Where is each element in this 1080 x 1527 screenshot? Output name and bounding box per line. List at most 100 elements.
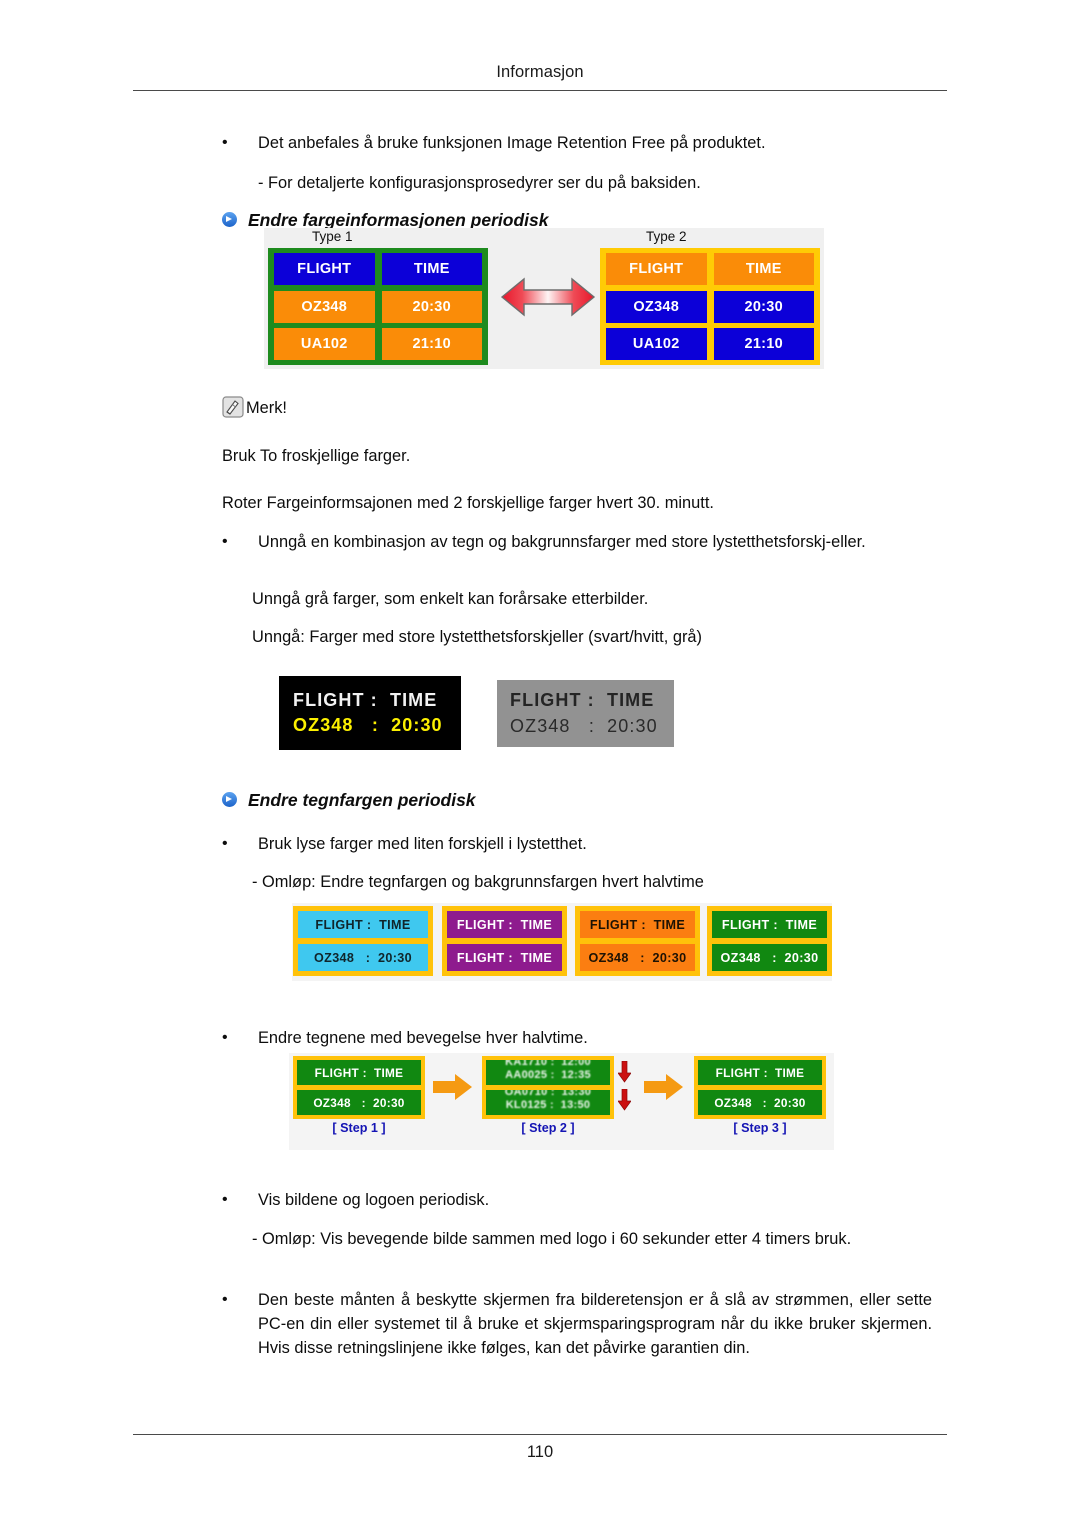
cell-flight-1: OZ348	[274, 290, 375, 323]
bullet-glyph: •	[222, 134, 228, 151]
arrow-circle-icon	[222, 792, 237, 807]
sub-text-4: - Omløp: Endre tegnfargen og bakgrunnsfa…	[252, 873, 704, 891]
bullet-glyph: •	[222, 533, 228, 550]
color-panel-green: FLIGHT : TIME OZ348 : 20:30	[707, 906, 832, 976]
table-row: OZ348 20:30	[274, 290, 482, 323]
type2-label: Type 2	[646, 229, 687, 244]
down-arrow-icon	[617, 1060, 632, 1083]
step-2-line-2: OA0710 : 13:30 KL0125 : 13:50	[486, 1090, 610, 1115]
arrow-circle-icon	[222, 212, 237, 227]
cell-flight-1: OZ348	[606, 290, 707, 323]
step-2-panel: KA1710 : 12:00 AA0025 : 12:35 OA0710 : 1…	[482, 1056, 614, 1119]
cell-flight-2: UA102	[606, 328, 707, 360]
figure-four-color-panels: FLIGHT : TIME OZ348 : 20:30 FLIGHT : TIM…	[292, 903, 832, 981]
step-1-line-2: OZ348 : 20:30	[297, 1090, 421, 1115]
note-label: Merk!	[246, 399, 287, 417]
panel-line-2: OZ348 : 20:30	[712, 944, 827, 971]
type1-label: Type 1	[312, 229, 353, 244]
header-divider	[133, 90, 947, 91]
step-1-label: [ Step 1 ]	[332, 1121, 386, 1135]
list-item: • Endre tegnene med bevegelse hver halvt…	[222, 1026, 922, 1050]
figure-black-contrast-sample: FLIGHT : TIME OZ348 : 20:30	[279, 676, 461, 750]
black-sample-line-2: OZ348 : 20:30	[293, 715, 443, 735]
bullet-glyph: •	[222, 1029, 228, 1046]
step-2-line-1b: AA0025 : 12:35	[505, 1069, 591, 1081]
cell-time-1: 20:30	[713, 290, 814, 323]
bullet-glyph: •	[222, 1291, 228, 1308]
cell-time-2: 21:10	[381, 328, 482, 360]
bullet-glyph: •	[222, 1191, 228, 1208]
gray-sample-line-2: OZ348 : 20:30	[510, 716, 658, 736]
section-heading-2: Endre tegnfargen periodisk	[222, 790, 476, 811]
figure-type1-type2: Type 1 Type 2 FLIGHT TIME OZ348 20:30 UA…	[264, 228, 824, 369]
footer-divider	[133, 1434, 947, 1435]
step-1-line-1: FLIGHT : TIME	[297, 1060, 421, 1085]
panel-line-2: OZ348 : 20:30	[298, 944, 428, 971]
table-row: UA102 21:10	[606, 328, 814, 360]
step-1-panel: FLIGHT : TIME OZ348 : 20:30	[293, 1056, 425, 1119]
page-number: 110	[526, 1443, 554, 1461]
step-3-line-1: FLIGHT : TIME	[698, 1060, 822, 1085]
panel-line-1: FLIGHT : TIME	[712, 911, 827, 938]
table-row: OZ348 20:30	[606, 290, 814, 323]
list-item-text: Den beste månten å beskytte skjermen fra…	[258, 1291, 932, 1357]
list-item-text: Det anbefales å bruke funksjonen Image R…	[258, 134, 766, 152]
step-2-line-2b: KL0125 : 13:50	[505, 1099, 591, 1111]
sub-text-3: Unngå: Farger med store lystetthetsforsk…	[252, 628, 702, 646]
down-arrow-icon	[617, 1088, 632, 1111]
cell-time-header: TIME	[381, 253, 482, 285]
type2-panel: FLIGHT TIME OZ348 20:30 UA102 21:10	[600, 248, 820, 365]
type1-panel: FLIGHT TIME OZ348 20:30 UA102 21:10	[268, 248, 488, 365]
gray-sample-line-1: FLIGHT : TIME	[510, 690, 655, 710]
table-row: FLIGHT TIME	[274, 253, 482, 285]
step-2-line-2a: OA0710 : 13:30	[504, 1090, 592, 1098]
page-header-title: Informasjon	[496, 63, 584, 81]
color-panel-orange: FLIGHT : TIME OZ348 : 20:30	[575, 906, 700, 976]
section-heading-1-label: Endre fargeinformasjonen periodisk	[248, 210, 549, 230]
table-row: FLIGHT TIME	[606, 253, 814, 285]
list-item: • Det anbefales å bruke funksjonen Image…	[222, 131, 922, 155]
step-3-label: [ Step 3 ]	[733, 1121, 787, 1135]
list-item: • Unngå en kombinasjon av tegn og bakgru…	[222, 530, 930, 554]
cell-flight-header: FLIGHT	[274, 253, 375, 285]
list-item: • Bruk lyse farger med liten forskjell i…	[222, 832, 922, 856]
cell-time-1: 20:30	[381, 290, 482, 323]
note-block: Merk!	[222, 396, 287, 419]
list-item-text: Unngå en kombinasjon av tegn og bakgrunn…	[258, 533, 866, 551]
figure-step-sequence: FLIGHT : TIME OZ348 : 20:30 [ Step 1 ] K…	[289, 1053, 834, 1150]
panel-line-1: FLIGHT : TIME	[447, 911, 562, 938]
note-pen-icon	[222, 396, 245, 419]
bullet-glyph: •	[222, 835, 228, 852]
section-heading-2-label: Endre tegnfargen periodisk	[248, 790, 476, 810]
list-item: • Vis bildene og logoen periodisk.	[222, 1188, 922, 1212]
color-panel-cyan: FLIGHT : TIME OZ348 : 20:30	[293, 906, 433, 976]
note-line-2: Roter Fargeinformsajonen med 2 forskjell…	[222, 494, 714, 512]
step-2-label: [ Step 2 ]	[521, 1121, 575, 1135]
step-3-panel: FLIGHT : TIME OZ348 : 20:30	[694, 1056, 826, 1119]
double-arrow-icon	[500, 273, 596, 321]
panel-line-2: FLIGHT : TIME	[447, 944, 562, 971]
document-page: Informasjon • Det anbefales å bruke funk…	[0, 0, 1080, 1527]
black-sample-line-1: FLIGHT : TIME	[293, 690, 438, 710]
list-item-text: Endre tegnene med bevegelse hver halvtim…	[258, 1029, 588, 1047]
step-2-line-1a: KA1710 : 12:00	[505, 1060, 591, 1068]
panel-line-1: FLIGHT : TIME	[298, 911, 428, 938]
panel-line-2: OZ348 : 20:30	[580, 944, 695, 971]
cell-flight-header: FLIGHT	[606, 253, 707, 285]
list-item-text: Bruk lyse farger med liten forskjell i l…	[258, 835, 587, 853]
list-item: • Den beste månten å beskytte skjermen f…	[222, 1288, 932, 1360]
right-arrow-icon	[644, 1073, 684, 1101]
list-item-text: Vis bildene og logoen periodisk.	[258, 1191, 490, 1209]
step-3-line-2: OZ348 : 20:30	[698, 1090, 822, 1115]
cell-time-2: 21:10	[713, 328, 814, 360]
sub-text-1: - For detaljerte konfigurasjonsprosedyre…	[258, 174, 701, 192]
cell-flight-2: UA102	[274, 328, 375, 360]
color-panel-purple: FLIGHT : TIME FLIGHT : TIME	[442, 906, 567, 976]
sub-text-2: Unngå grå farger, som enkelt kan forårsa…	[252, 590, 649, 608]
right-arrow-icon	[433, 1073, 473, 1101]
cell-time-header: TIME	[713, 253, 814, 285]
figure-gray-contrast-sample: FLIGHT : TIME OZ348 : 20:30	[497, 680, 674, 747]
sub-text-5: - Omløp: Vis bevegende bilde sammen med …	[252, 1230, 852, 1248]
note-line-1: Bruk To froskjellige farger.	[222, 447, 411, 465]
panel-line-1: FLIGHT : TIME	[580, 911, 695, 938]
